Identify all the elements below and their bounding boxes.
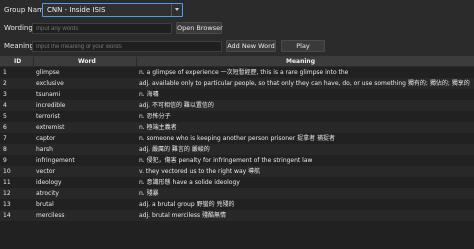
table-header: ID Word Meaning <box>0 57 474 67</box>
cell-id: 1 <box>3 69 7 76</box>
cell-id: 11 <box>3 179 11 186</box>
cell-id: 2 <box>3 80 7 87</box>
column-divider <box>136 57 137 66</box>
table-row[interactable]: 4 incredible adj. 不可相信的 難以置信的 <box>0 100 474 111</box>
cell-meaning: n. 侵犯，傷害 penalty for infringement of the… <box>139 157 313 164</box>
cell-meaning: n. someone who is keeping another person… <box>139 135 336 142</box>
cell-meaning: n. 極端主義者 <box>139 124 177 131</box>
cell-word: captor <box>36 135 56 142</box>
cell-id: 12 <box>3 190 11 197</box>
cell-word: infringement <box>36 157 75 164</box>
table-row[interactable]: 5 terrorist n. 恐怖分子 <box>0 111 474 122</box>
cell-word: vector <box>36 168 56 175</box>
table-row[interactable]: 9 infringement n. 侵犯，傷害 penalty for infrin… <box>0 155 474 166</box>
cell-id: 13 <box>3 201 11 208</box>
table-row[interactable]: 6 extremist n. 極端主義者 <box>0 122 474 133</box>
table-row[interactable]: 8 harsh adj. 嚴厲的 難言的 嚴峻的 <box>0 144 474 155</box>
table-row[interactable]: 2 exclusive adj. available only to particu… <box>0 78 474 89</box>
cell-id: 4 <box>3 102 7 109</box>
cell-meaning: n. 海嘯 <box>139 91 159 98</box>
cell-id: 5 <box>3 113 7 120</box>
table-row[interactable]: 14 merciless adj. brutal merciless 殘酷無情 <box>0 210 474 221</box>
cell-word: atrocity <box>36 190 59 197</box>
header-id[interactable]: ID <box>14 57 21 66</box>
header-meaning[interactable]: Meaning <box>286 57 315 66</box>
group-select-value: CNN - Inside ISIS <box>47 6 106 14</box>
cell-word: extremist <box>36 124 65 131</box>
cell-meaning: n. a glimpse of experience 一次短暫經歷, this … <box>139 69 349 76</box>
meaning-label: Meaning <box>4 42 34 50</box>
column-divider <box>33 57 34 66</box>
cell-meaning: adj. 嚴厲的 難言的 嚴峻的 <box>139 146 210 153</box>
words-table: ID Word Meaning 1 glimpse n. a glimpse of … <box>0 56 474 249</box>
cell-id: 10 <box>3 168 11 175</box>
cell-meaning: n. 意識形態 have a solide ideology <box>139 179 240 186</box>
cell-meaning: adj. a brutal group 野蠻的 兇殘的 <box>139 201 235 208</box>
table-row[interactable]: 13 brutal adj. a brutal group 野蠻的 兇殘的 <box>0 199 474 210</box>
cell-id: 3 <box>3 91 7 98</box>
cell-meaning: n. 恐怖分子 <box>139 113 171 120</box>
chevron-down-icon[interactable] <box>171 4 182 16</box>
table-row[interactable]: 11 ideology n. 意識形態 have a solide ideology <box>0 177 474 188</box>
table-row[interactable]: 7 captor n. someone who is keeping another… <box>0 133 474 144</box>
add-new-word-button[interactable]: Add New Word <box>226 40 276 52</box>
cell-meaning: adj. brutal merciless 殘酷無情 <box>139 212 227 219</box>
cell-meaning: adj. 不可相信的 難以置信的 <box>139 102 214 109</box>
cell-word: glimpse <box>36 69 60 76</box>
wording-input[interactable] <box>32 23 172 34</box>
table-row[interactable]: 10 vector v. they vectored us to the right… <box>0 166 474 177</box>
cell-id: 7 <box>3 135 7 142</box>
cell-word: brutal <box>36 201 54 208</box>
cell-word: exclusive <box>36 80 64 87</box>
table-row[interactable]: 1 glimpse n. a glimpse of experience 一次短暫經… <box>0 67 474 78</box>
cell-meaning: adj. available only to particular people… <box>139 80 470 87</box>
cell-word: terrorist <box>36 113 61 120</box>
cell-word: ideology <box>36 179 62 186</box>
cell-word: incredible <box>36 102 66 109</box>
table-row[interactable]: 12 atrocity n. 殘暴 <box>0 188 474 199</box>
cell-meaning: n. 殘暴 <box>139 190 159 197</box>
cell-word: merciless <box>36 212 65 219</box>
cell-id: 6 <box>3 124 7 131</box>
wording-label: Wording <box>4 24 33 32</box>
cell-id: 8 <box>3 146 7 153</box>
cell-word: harsh <box>36 146 53 153</box>
play-button[interactable]: Play <box>281 40 325 52</box>
cell-word: tsunami <box>36 91 61 98</box>
open-browser-button[interactable]: Open Browser <box>176 22 223 34</box>
table-row[interactable]: 3 tsunami n. 海嘯 <box>0 89 474 100</box>
group-select[interactable]: CNN - Inside ISIS <box>42 3 183 17</box>
cell-id: 14 <box>3 212 11 219</box>
cell-id: 9 <box>3 157 7 164</box>
header-word[interactable]: Word <box>78 57 96 66</box>
cell-meaning: v. they vectored us to the right way 導航 <box>139 168 261 175</box>
meaning-input[interactable] <box>32 41 222 52</box>
